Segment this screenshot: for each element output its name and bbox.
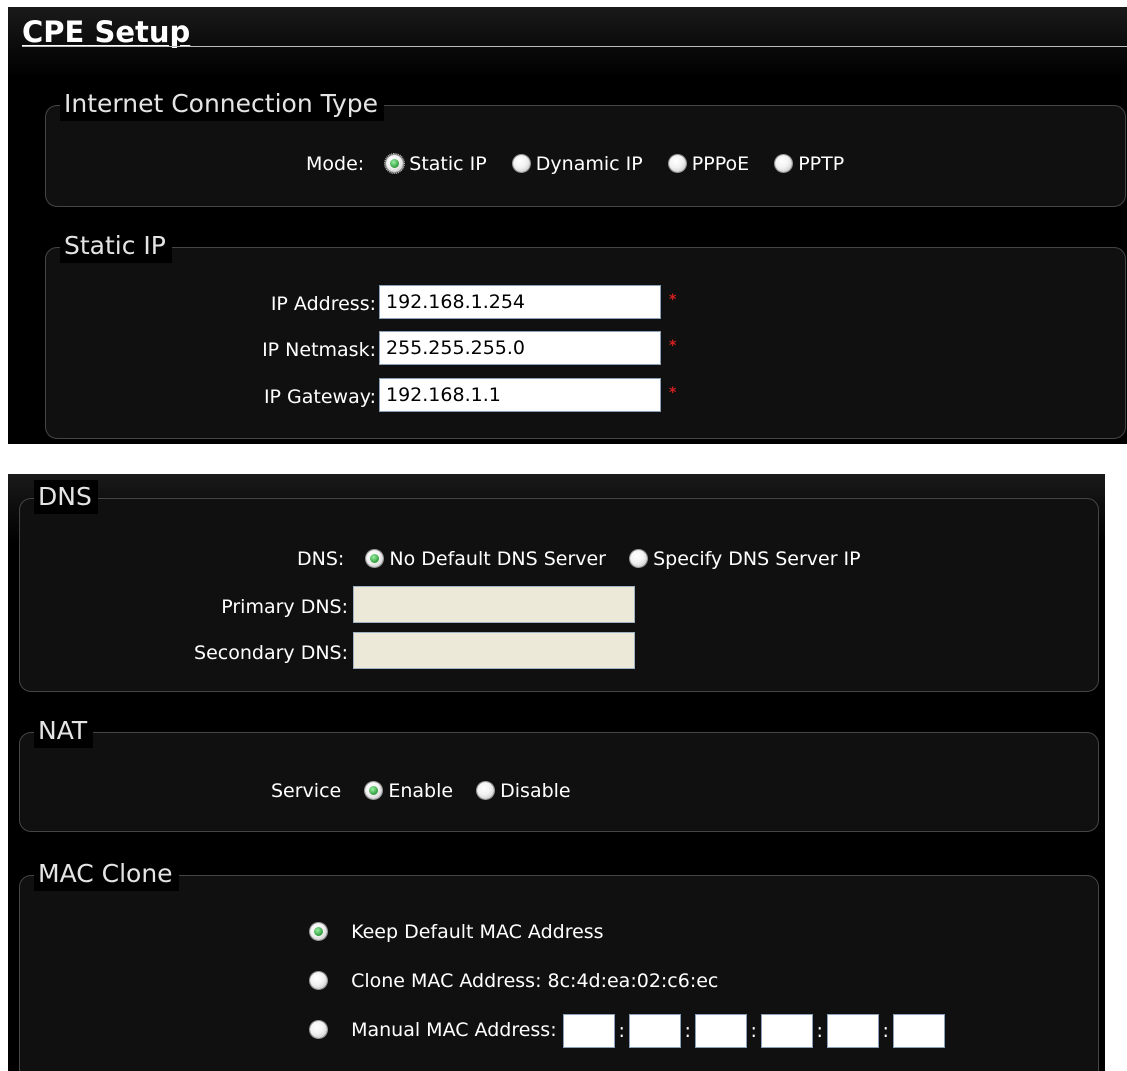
nat-enable-label: Enable: [388, 780, 454, 802]
ip-address-required-mark: *: [669, 292, 677, 308]
netmask-label: IP Netmask:: [262, 339, 376, 361]
manual-mac-octet-1[interactable]: [562, 1013, 615, 1048]
dns-fieldset: DNS DNS: No Default DNS Server Specify D…: [19, 480, 1099, 692]
secondary-dns-input[interactable]: [353, 632, 635, 669]
dns-mode-row: DNS: No Default DNS Server Specify DNS S…: [297, 547, 861, 571]
mac-separator: :: [684, 1019, 691, 1042]
static-ip-legend: Static IP: [60, 229, 172, 263]
mac-separator: :: [750, 1019, 757, 1042]
manual-mac-octet-6[interactable]: [892, 1013, 945, 1048]
mac-separator: :: [618, 1019, 625, 1042]
static-ip-fieldset: Static IP IP Address: * IP Netmask: * IP…: [45, 229, 1126, 439]
gateway-label: IP Gateway:: [263, 386, 376, 408]
mac-separator: :: [816, 1019, 823, 1042]
page-title: CPE Setup: [22, 15, 191, 49]
mode-row: Mode: Static IP Dynamic IP PPPoE PPTP: [306, 152, 844, 176]
clone-mac-option[interactable]: Clone MAC Address: 8c:4d:ea:02:c6:ec: [310, 969, 718, 993]
dns-label: DNS:: [297, 548, 345, 570]
internet-connection-type-legend: Internet Connection Type: [60, 87, 385, 121]
nat-option-disable[interactable]: Disable: [477, 780, 571, 802]
static-ip-radio[interactable]: [384, 153, 406, 174]
mode-option-dynamic-ip[interactable]: Dynamic IP: [512, 153, 649, 175]
title-divider: [22, 46, 1127, 47]
nat-service-label: Service: [271, 780, 342, 802]
keep-default-mac-option[interactable]: Keep Default MAC Address: [310, 920, 604, 944]
mode-option-pptp[interactable]: PPTP: [775, 153, 844, 175]
mac-separator: :: [882, 1019, 889, 1042]
primary-dns-input[interactable]: [353, 586, 635, 623]
keep-default-mac-radio[interactable]: [310, 923, 327, 940]
pptp-radio[interactable]: [775, 155, 793, 172]
specify-dns-label: Specify DNS Server IP: [653, 548, 861, 570]
nat-option-enable[interactable]: Enable: [365, 780, 459, 802]
primary-dns-label: Primary DNS:: [221, 596, 348, 618]
mode-option-static-ip[interactable]: Static IP: [384, 153, 492, 175]
pppoe-radio[interactable]: [668, 155, 686, 172]
gateway-input[interactable]: [379, 378, 661, 412]
no-default-dns-label: No Default DNS Server: [389, 548, 606, 570]
pptp-label: PPTP: [798, 153, 845, 175]
nat-service-row: Service Enable Disable: [271, 779, 571, 803]
mode-option-pppoe[interactable]: PPPoE: [668, 153, 755, 175]
cpe-setup-panel: CPE Setup Internet Connection Type Mode:…: [8, 7, 1127, 444]
static-ip-label: Static IP: [409, 153, 487, 175]
network-settings-panel: DNS DNS: No Default DNS Server Specify D…: [8, 474, 1105, 1071]
ip-address-label: IP Address:: [270, 293, 376, 315]
gateway-required-mark: *: [669, 385, 677, 401]
dynamic-ip-label: Dynamic IP: [535, 153, 643, 175]
manual-mac-radio[interactable]: [310, 1021, 327, 1038]
mac-clone-legend: MAC Clone: [34, 857, 179, 891]
mode-label: Mode:: [306, 153, 365, 175]
nat-legend: NAT: [34, 714, 94, 748]
clone-mac-label: Clone MAC Address: 8c:4d:ea:02:c6:ec: [351, 970, 719, 992]
nat-disable-radio[interactable]: [477, 782, 495, 799]
netmask-required-mark: *: [669, 338, 677, 354]
secondary-dns-label: Secondary DNS:: [194, 642, 348, 664]
manual-mac-label: Manual MAC Address:: [351, 1019, 557, 1041]
manual-mac-octet-3[interactable]: [694, 1013, 747, 1048]
manual-mac-octet-4[interactable]: [760, 1013, 813, 1048]
clone-mac-radio[interactable]: [310, 972, 327, 989]
nat-enable-radio[interactable]: [365, 782, 383, 799]
no-default-dns-radio[interactable]: [366, 550, 384, 567]
manual-mac-octet-2[interactable]: [628, 1013, 681, 1048]
nat-disable-label: Disable: [500, 780, 571, 802]
manual-mac-option: Manual MAC Address: :::::: [310, 1012, 945, 1049]
manual-mac-octet-5[interactable]: [826, 1013, 879, 1048]
dns-legend: DNS: [34, 480, 98, 514]
internet-connection-type-fieldset: Internet Connection Type Mode: Static IP…: [45, 87, 1126, 207]
keep-default-mac-label: Keep Default MAC Address: [351, 921, 604, 943]
dns-option-no-default[interactable]: No Default DNS Server: [366, 548, 612, 570]
dns-option-specify[interactable]: Specify DNS Server IP: [630, 548, 861, 570]
mac-clone-fieldset: MAC Clone Keep Default MAC Address Clone…: [19, 857, 1099, 1071]
nat-fieldset: NAT Service Enable Disable: [19, 714, 1099, 832]
pppoe-label: PPPoE: [691, 153, 750, 175]
netmask-input[interactable]: [379, 331, 661, 365]
specify-dns-radio[interactable]: [630, 550, 648, 567]
dynamic-ip-radio[interactable]: [512, 155, 530, 172]
ip-address-input[interactable]: [379, 285, 661, 319]
